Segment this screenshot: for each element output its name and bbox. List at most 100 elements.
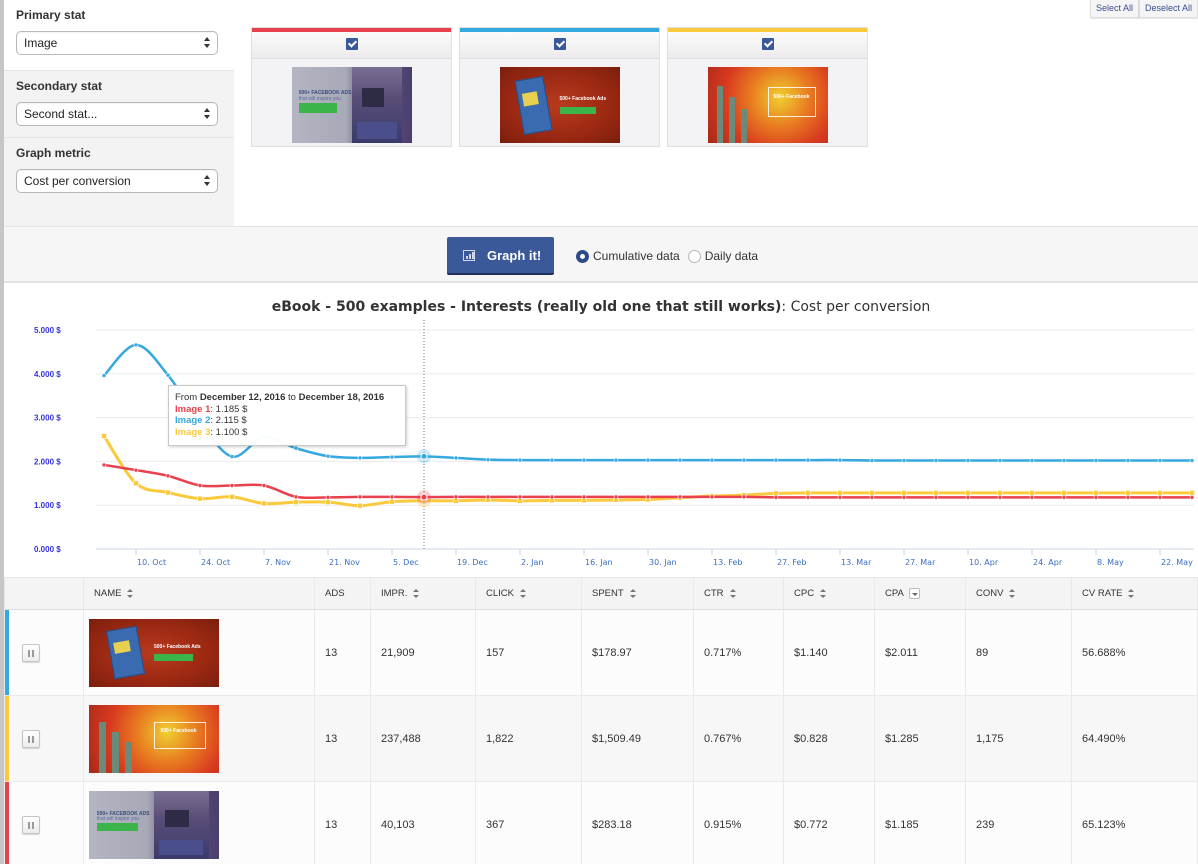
tooltip-line-2: Image 2: 2.115 $ [175, 415, 247, 426]
pause-button[interactable] [22, 816, 40, 834]
row-ad-thumbnail[interactable]: 500+ Facebook Ads [89, 618, 219, 687]
data-point [229, 454, 235, 459]
col-conv[interactable]: CONV [965, 577, 1072, 610]
cell-cpc: $1.140 [783, 609, 875, 696]
checkbox-checked-icon[interactable] [553, 38, 566, 50]
primary-stat-value: Image [24, 36, 58, 50]
tooltip-line-3: Image 3: 1.100 $ [175, 426, 248, 438]
pause-icon [28, 736, 30, 743]
data-point [1093, 458, 1099, 463]
col-name[interactable]: NAME [83, 577, 315, 610]
data-point [197, 483, 203, 488]
sort-desc-icon[interactable] [908, 587, 920, 599]
secondary-stat-select[interactable]: Second stat... [16, 102, 218, 126]
sort-icon [413, 588, 420, 598]
radio-daily-label[interactable]: Daily data [705, 249, 758, 263]
stat-sidebar: Primary stat Image Secondary stat Second… [4, 0, 234, 226]
radio-cumulative[interactable] [576, 249, 589, 263]
chart-tooltip: From December 12, 2016 to December 18, 2… [168, 385, 406, 446]
stats-table: NAME ADS IMPR. CLICK SPENT CTR CPC CPA C… [4, 577, 1198, 864]
deselect-all-button[interactable]: Deselect All [1138, 0, 1198, 18]
x-tick-label: 19. Dec [457, 558, 488, 567]
secondary-stat-label: Secondary stat [16, 79, 103, 93]
col-impr[interactable]: IMPR. [370, 577, 476, 610]
data-point [709, 457, 715, 463]
data-point [1029, 495, 1035, 500]
col-controls [4, 577, 84, 610]
cell-cpc: $0.772 [783, 781, 875, 864]
col-cv-rate[interactable]: CV RATE [1071, 577, 1198, 610]
x-tick-label: 13. Mar [841, 558, 872, 567]
data-point [389, 454, 395, 460]
data-point [1061, 495, 1067, 500]
x-tick-label: 27. Mar [905, 558, 936, 567]
data-point [1189, 490, 1195, 496]
cell-cv-rate: 56.688% [1071, 609, 1198, 696]
data-point [1189, 495, 1195, 500]
data-point [677, 457, 683, 463]
y-tick-label: 1.000 $ [34, 501, 61, 510]
data-point [869, 490, 875, 496]
cell-ctr: 0.717% [693, 609, 784, 696]
checkbox-checked-icon[interactable] [345, 38, 358, 50]
data-point [1093, 495, 1099, 500]
cell-spent: $1,509.49 [581, 695, 694, 782]
primary-stat-select[interactable]: Image [16, 31, 218, 55]
data-point [165, 372, 171, 378]
pause-button[interactable] [22, 644, 40, 662]
cell-ads: 13 [314, 781, 371, 864]
data-point [165, 489, 171, 496]
col-cpc[interactable]: CPC [783, 577, 875, 610]
cell-spent: $178.97 [581, 609, 694, 696]
row-ad-thumbnail[interactable]: 500+ Facebook [89, 704, 219, 773]
col-ctr[interactable]: CTR [693, 577, 784, 610]
cell-impr: 237,488 [370, 695, 476, 782]
x-tick-label: 13. Feb [713, 558, 742, 567]
select-arrows-icon [204, 37, 210, 49]
checkbox-checked-icon[interactable] [761, 38, 774, 50]
pause-button[interactable] [22, 730, 40, 748]
col-cpa[interactable]: CPA [874, 577, 966, 610]
data-point [133, 480, 139, 487]
y-tick-label: 3.000 $ [34, 414, 61, 423]
cell-cv-rate: 64.490% [1071, 695, 1198, 782]
data-point [1061, 490, 1067, 496]
row-color-bar [5, 610, 9, 695]
radio-cumulative-label[interactable]: Cumulative data [593, 249, 680, 263]
data-point [933, 458, 939, 463]
data-point [741, 457, 747, 463]
image-card-1: 500+ FACEBOOK ADS that will inspire you [251, 27, 452, 147]
cell-conv: 89 [965, 609, 1072, 696]
secondary-stat-value: Second stat... [24, 107, 98, 121]
data-point [1157, 458, 1163, 463]
data-point [805, 457, 811, 463]
x-tick-label: 8. May [1097, 558, 1124, 567]
col-click[interactable]: CLICK [475, 577, 582, 610]
data-point [165, 473, 171, 479]
secondary-stat-section: Secondary stat Second stat... [4, 70, 234, 137]
select-all-button[interactable]: Select All [1089, 0, 1139, 18]
data-point [261, 483, 267, 488]
data-point [357, 502, 363, 509]
select-arrows-icon [204, 175, 210, 187]
data-point [101, 462, 107, 468]
sort-icon [1009, 588, 1016, 598]
col-spent[interactable]: SPENT [581, 577, 694, 610]
data-point [709, 494, 715, 500]
radio-daily[interactable] [687, 249, 701, 263]
pause-icon [28, 650, 30, 657]
cell-ads: 13 [314, 609, 371, 696]
data-point [645, 494, 651, 500]
data-point [101, 373, 107, 378]
data-point [1029, 458, 1035, 463]
row-ad-thumbnail[interactable]: 500+ FACEBOOK ADS that will inspire you [89, 790, 219, 859]
data-point [485, 494, 491, 500]
graph-it-button[interactable]: Graph it! [447, 237, 554, 275]
data-point [613, 494, 619, 500]
x-tick-label: 10. Apr [969, 558, 999, 567]
sort-icon [1128, 588, 1135, 598]
graph-metric-select[interactable]: Cost per conversion [16, 169, 218, 193]
x-tick-label: 22. May [1161, 558, 1193, 567]
cell-cpc: $0.828 [783, 695, 875, 782]
graph-controls: Graph it! Cumulative data Daily data [4, 226, 1198, 283]
